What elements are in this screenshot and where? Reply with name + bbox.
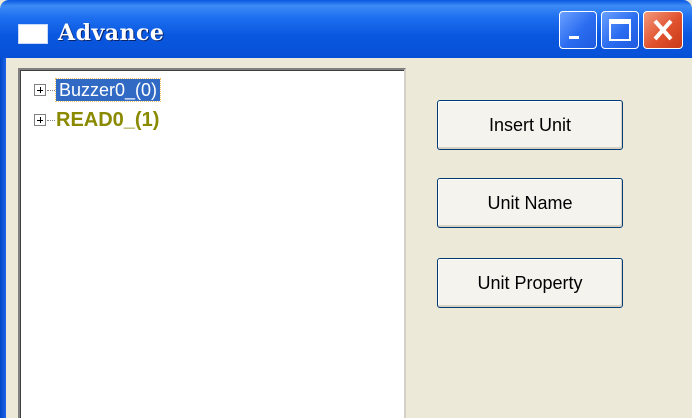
insert-unit-button[interactable]: Insert Unit [437,100,623,150]
minimize-icon [569,36,579,39]
tree-item-label[interactable]: READ0_(1) [56,108,159,132]
maximize-button[interactable] [601,11,639,49]
maximize-icon [609,19,631,41]
close-icon [653,19,673,41]
window-title: Advance [58,20,165,46]
plus-box-icon[interactable] [34,114,46,126]
tree-item-label[interactable]: Buzzer0_(0) [54,78,162,102]
tree-item-buzzer[interactable]: Buzzer0_(0) [34,78,162,102]
tree-connector [47,119,55,121]
advance-window: Advance Buzzer0_(0) READ0_(1) Insert Uni… [0,0,692,418]
title-bar[interactable]: Advance [0,0,692,58]
plus-box-icon[interactable] [34,84,46,96]
close-button[interactable] [643,11,683,49]
window-left-border [0,58,6,418]
window-icon [18,24,48,44]
tree-item-read[interactable]: READ0_(1) [34,108,159,132]
minimize-button[interactable] [559,11,597,49]
tree-connector [47,89,55,91]
unit-property-button[interactable]: Unit Property [437,258,623,308]
unit-tree-view[interactable]: Buzzer0_(0) READ0_(1) [18,68,406,418]
unit-name-button[interactable]: Unit Name [437,178,623,228]
